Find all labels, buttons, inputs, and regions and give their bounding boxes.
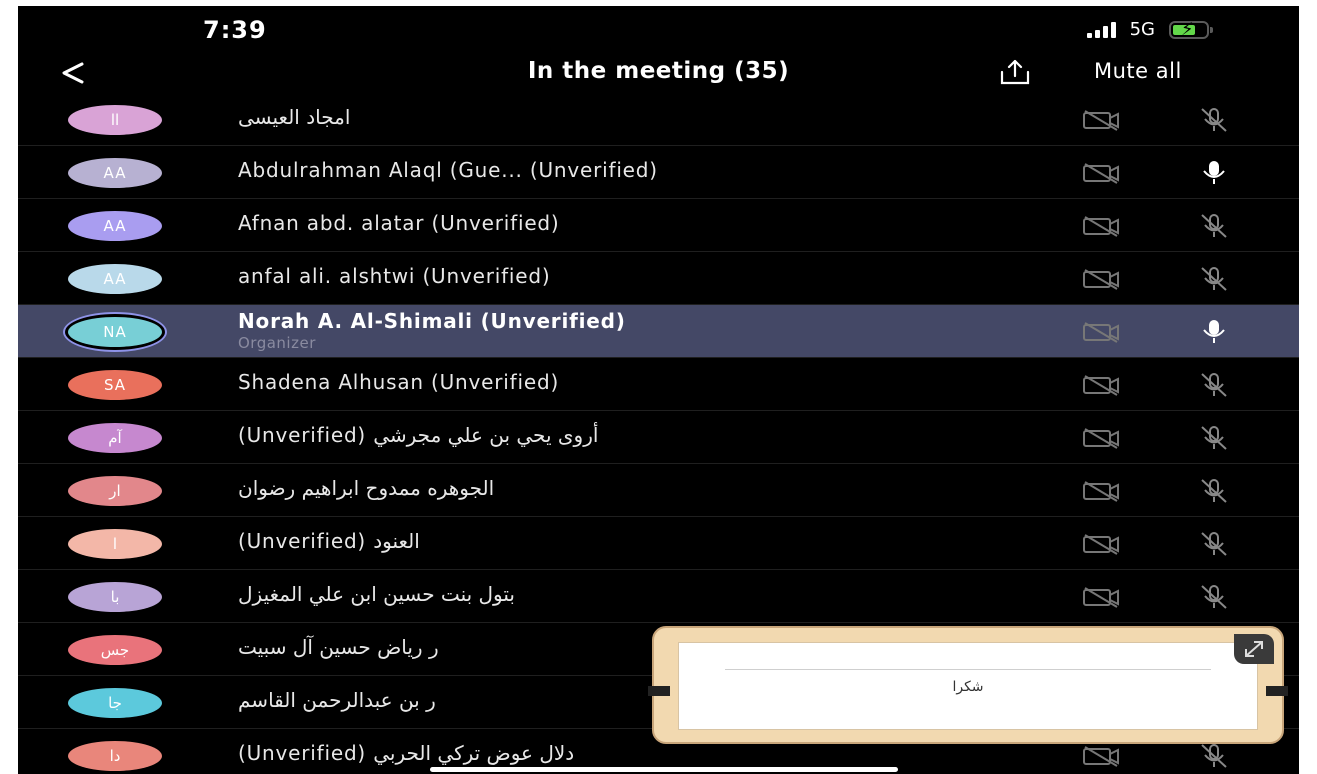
- camera-off-icon[interactable]: [1082, 745, 1120, 767]
- avatar: با: [68, 582, 162, 612]
- camera-off-icon[interactable]: [1082, 374, 1120, 396]
- participant-name: anfal ali. alshtwi (Unverified): [238, 264, 551, 288]
- phone-screen: 7:39 5G ⚡ In the meeting (35) Mute all ا…: [18, 6, 1299, 774]
- microphone-muted-icon[interactable]: [1196, 106, 1232, 134]
- microphone-muted-icon[interactable]: [1196, 212, 1232, 240]
- avatar: ار: [68, 476, 162, 506]
- participant-name: ر رياض حسين آل سبيت: [238, 635, 439, 659]
- participant-row[interactable]: ا (Unverified) العنود: [18, 517, 1299, 570]
- signal-icon: [1086, 21, 1116, 38]
- resize-handle-left[interactable]: [648, 686, 670, 696]
- participant-name: Abdulrahman Alaql (Gue... (Unverified): [238, 158, 658, 182]
- microphone-muted-icon[interactable]: [1196, 530, 1232, 558]
- microphone-muted-icon[interactable]: [1196, 371, 1232, 399]
- avatar: دا: [68, 741, 162, 771]
- avatar: ا: [68, 529, 162, 559]
- participant-name: امجاد العيسى: [238, 105, 351, 129]
- participant-row[interactable]: NA Norah A. Al-Shimali (Unverified) Organi…: [18, 305, 1299, 358]
- microphone-muted-icon[interactable]: [1196, 265, 1232, 293]
- status-indicators: 5G ⚡: [1086, 19, 1213, 40]
- mute-all-button[interactable]: Mute all: [1094, 59, 1182, 83]
- participant-name: (Unverified) أروى يحي بن علي مجرشي: [238, 423, 599, 447]
- participant-row[interactable]: با بتول بنت حسين ابن علي المغيزل: [18, 570, 1299, 623]
- share-icon[interactable]: [998, 58, 1032, 86]
- participant-row[interactable]: AA anfal ali. alshtwi (Unverified): [18, 252, 1299, 305]
- camera-off-icon[interactable]: [1082, 109, 1120, 131]
- participant-name: Shadena Alhusan (Unverified): [238, 370, 560, 394]
- participant-name: الجوهره ممدوح ابراهيم رضوان: [238, 476, 495, 500]
- network-label: 5G: [1129, 19, 1155, 40]
- microphone-icon[interactable]: [1196, 159, 1232, 187]
- participant-name: Norah A. Al-Shimali (Unverified): [238, 309, 626, 333]
- participant-row[interactable]: آم (Unverified) أروى يحي بن علي مجرشي: [18, 411, 1299, 464]
- participant-name: بتول بنت حسين ابن علي المغيزل: [238, 582, 515, 606]
- resize-handle-right[interactable]: [1266, 686, 1288, 696]
- participant-row[interactable]: AA Afnan abd. alatar (Unverified): [18, 199, 1299, 252]
- avatar: SA: [68, 370, 162, 400]
- microphone-icon[interactable]: [1196, 318, 1232, 346]
- camera-off-icon[interactable]: [1082, 268, 1120, 290]
- avatar: NA: [68, 317, 162, 347]
- avatar: جا: [68, 688, 162, 718]
- participant-role: Organizer: [238, 334, 316, 352]
- status-time: 7:39: [203, 16, 267, 44]
- avatar: AA: [68, 158, 162, 188]
- battery-icon: ⚡: [1169, 19, 1213, 40]
- microphone-muted-icon[interactable]: [1196, 742, 1232, 770]
- camera-off-icon[interactable]: [1082, 480, 1120, 502]
- camera-off-icon[interactable]: [1082, 215, 1120, 237]
- microphone-muted-icon[interactable]: [1196, 583, 1232, 611]
- participant-name: ر بن عبدالرحمن القاسم: [238, 688, 436, 712]
- participant-row[interactable]: اا امجاد العيسى: [18, 93, 1299, 146]
- avatar: جس: [68, 635, 162, 665]
- participant-name: Afnan abd. alatar (Unverified): [238, 211, 560, 235]
- camera-off-icon[interactable]: [1082, 162, 1120, 184]
- participant-row[interactable]: AA Abdulrahman Alaql (Gue... (Unverified): [18, 146, 1299, 199]
- microphone-muted-icon[interactable]: [1196, 477, 1232, 505]
- camera-off-icon[interactable]: [1082, 427, 1120, 449]
- camera-off-icon[interactable]: [1082, 586, 1120, 608]
- shared-content-text: شكرا: [952, 679, 984, 695]
- floating-video-window[interactable]: شكرا: [648, 626, 1288, 744]
- participant-row[interactable]: ار الجوهره ممدوح ابراهيم رضوان: [18, 464, 1299, 517]
- home-indicator[interactable]: [430, 767, 898, 772]
- avatar: اا: [68, 105, 162, 135]
- avatar: AA: [68, 264, 162, 294]
- participant-name: (Unverified) العنود: [238, 529, 420, 553]
- participant-name: (Unverified) دلال عوض تركي الحربي: [238, 741, 575, 765]
- microphone-muted-icon[interactable]: [1196, 424, 1232, 452]
- camera-off-icon[interactable]: [1082, 321, 1120, 343]
- camera-off-icon[interactable]: [1082, 533, 1120, 555]
- expand-icon: [1245, 641, 1263, 657]
- avatar: AA: [68, 211, 162, 241]
- avatar: آم: [68, 423, 162, 453]
- participant-row[interactable]: SA Shadena Alhusan (Unverified): [18, 358, 1299, 411]
- shared-content: شكرا: [678, 642, 1258, 730]
- expand-button[interactable]: [1234, 634, 1274, 664]
